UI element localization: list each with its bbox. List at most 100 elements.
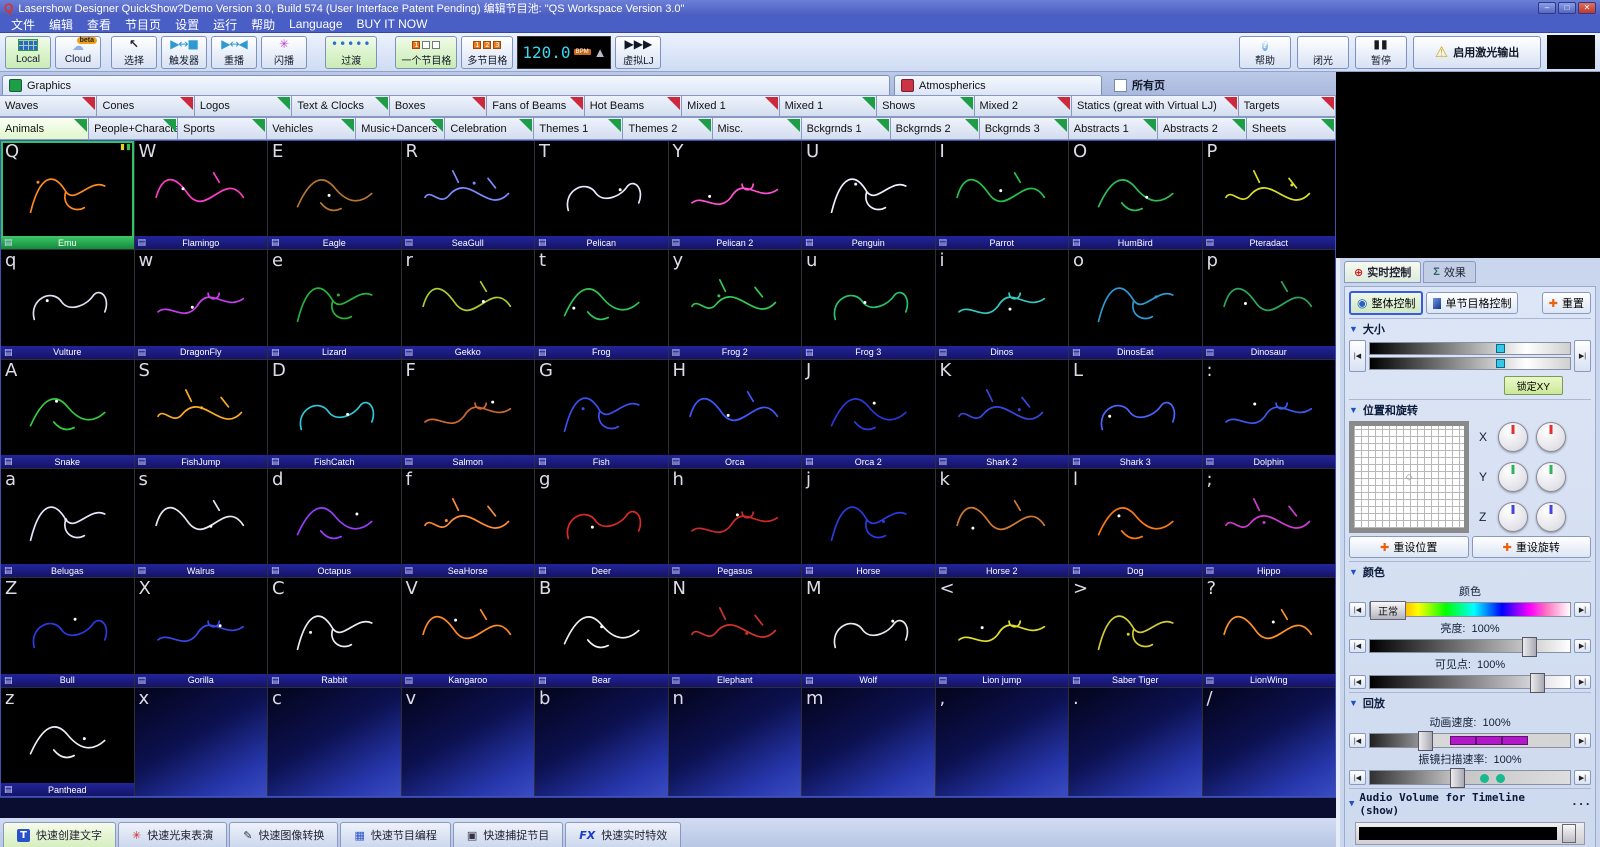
reset-rotation-button[interactable]: ✚ 重设旋转	[1472, 536, 1592, 558]
anim-speed-handle[interactable]	[1418, 731, 1433, 751]
cue-cell[interactable]: :▤Dolphin	[1203, 360, 1336, 468]
bottom-tab-beams[interactable]: ✳快速光束表演	[118, 822, 227, 847]
menu-item[interactable]: BUY IT NOW	[350, 17, 435, 31]
category-tab[interactable]: Shows	[876, 95, 974, 117]
cue-cell[interactable]: y▤Frog 2	[669, 250, 802, 358]
cue-cell[interactable]: /	[1203, 688, 1336, 796]
scan-step-left-button[interactable]: |◀	[1349, 770, 1366, 785]
category-tab[interactable]: Bckgrnds 2	[890, 117, 980, 140]
scan-rate-slider[interactable]	[1369, 770, 1571, 785]
cue-cell[interactable]: E▤Eagle	[268, 141, 401, 249]
rotation-knob-y[interactable]	[1536, 462, 1566, 492]
cue-cell[interactable]: h▤Pegasus	[669, 469, 802, 577]
category-tab[interactable]: Hot Beams	[584, 95, 682, 117]
cue-cell[interactable]: T▤Pelican	[535, 141, 668, 249]
cue-cell[interactable]: F▤Salmon	[402, 360, 535, 468]
page-tab-graphics[interactable]: Graphics	[2, 75, 890, 95]
color-step-left-button[interactable]: |◀	[1349, 602, 1366, 617]
cue-cell[interactable]: k▤Horse 2	[936, 469, 1069, 577]
cue-cell[interactable]: d▤Octapus	[268, 469, 401, 577]
cue-cell[interactable]: O▤HumBird	[1069, 141, 1202, 249]
cue-cell[interactable]: s▤Walrus	[135, 469, 268, 577]
cue-cell[interactable]: r▤Gekko	[402, 250, 535, 358]
menu-item[interactable]: 帮助	[244, 16, 282, 33]
color-normal-handle[interactable]: 正常	[1370, 601, 1406, 620]
cue-cell[interactable]: e▤Lizard	[268, 250, 401, 358]
scan-rate-handle[interactable]	[1450, 768, 1465, 788]
flash-mode-button[interactable]: ✳ 闪播	[261, 36, 307, 69]
category-tab[interactable]: Abstracts 2	[1157, 117, 1247, 140]
single-cue-control-button[interactable]: 单节目格控制	[1426, 292, 1518, 314]
enable-laser-output-button[interactable]: ⚠ 启用激光输出	[1413, 36, 1541, 69]
cue-cell[interactable]: J▤Orca 2	[802, 360, 935, 468]
cue-cell[interactable]: c	[268, 688, 401, 796]
cue-cell[interactable]: I▤Parrot	[936, 141, 1069, 249]
close-button[interactable]: ✕	[1578, 2, 1596, 14]
cue-cell[interactable]: R▤SeaGull	[402, 141, 535, 249]
size-y-slider[interactable]	[1369, 357, 1571, 370]
category-tab[interactable]: Abstracts 1	[1068, 117, 1158, 140]
position-section-header[interactable]: ▼ 位置和旋转	[1349, 399, 1591, 418]
pause-button[interactable]: ▮▮ 暂停	[1355, 36, 1407, 69]
cue-cell[interactable]: H▤Orca	[669, 360, 802, 468]
category-tab[interactable]: Bckgrnds 3	[979, 117, 1069, 140]
position-knob-z[interactable]	[1498, 502, 1528, 532]
cue-cell[interactable]: j▤Horse	[802, 469, 935, 577]
tab-effects[interactable]: Σ 效果	[1423, 261, 1476, 283]
reset-position-button[interactable]: ✚ 重设位置	[1349, 536, 1469, 558]
category-tab[interactable]: Targets	[1238, 95, 1336, 117]
virtual-lj-button[interactable]: ▶▶▶ 虚拟LJ	[615, 36, 661, 69]
blackout-button[interactable]: 闭光	[1297, 36, 1349, 69]
minimize-button[interactable]: –	[1538, 2, 1556, 14]
cue-cell[interactable]: K▤Shark 2	[936, 360, 1069, 468]
audio-section-header[interactable]: ▼ Audio Volume for Timeline (show) ···	[1349, 788, 1591, 817]
brightness-handle[interactable]	[1522, 637, 1537, 657]
category-tab[interactable]: Animals	[0, 117, 89, 140]
cue-cell[interactable]: L▤Shark 3	[1069, 360, 1202, 468]
category-tab[interactable]: Themes 2	[622, 117, 712, 140]
color-step-right-button[interactable]: ▶|	[1574, 602, 1591, 617]
category-tab[interactable]: Mixed 1	[779, 95, 877, 117]
cue-cell[interactable]: l▤Dog	[1069, 469, 1202, 577]
bottom-tab-fx[interactable]: FX快速实时特效	[565, 822, 681, 847]
menu-item[interactable]: 编辑	[42, 16, 80, 33]
cue-cell[interactable]: p▤Dinosaur	[1203, 250, 1336, 358]
position-knob-x[interactable]	[1498, 422, 1528, 452]
cue-cell[interactable]: v	[402, 688, 535, 796]
cue-cell[interactable]: D▤FishCatch	[268, 360, 401, 468]
cue-cell[interactable]: S▤FishJump	[135, 360, 268, 468]
replay-mode-button[interactable]: ▶↔◀ 重播	[211, 36, 257, 69]
cue-cell[interactable]: <▤Lion jump	[936, 578, 1069, 686]
category-tab[interactable]: Boxes	[389, 95, 487, 117]
cue-cell[interactable]: P▤Pteradact	[1203, 141, 1336, 249]
cue-cell[interactable]: t▤Frog	[535, 250, 668, 358]
cue-cell[interactable]: U▤Penguin	[802, 141, 935, 249]
cue-cell[interactable]: M▤Wolf	[802, 578, 935, 686]
cue-cell[interactable]: b	[535, 688, 668, 796]
scan-step-right-button[interactable]: ▶|	[1574, 770, 1591, 785]
anim-speed-slider[interactable]	[1369, 733, 1571, 748]
cue-cell[interactable]: m	[802, 688, 935, 796]
position-knob-y[interactable]	[1498, 462, 1528, 492]
cue-cell[interactable]: q▤Vulture	[1, 250, 134, 358]
size-section-header[interactable]: ▼ 大小	[1349, 318, 1591, 337]
cue-cell[interactable]: ;▤Hippo	[1203, 469, 1336, 577]
local-button[interactable]: Local	[5, 36, 51, 69]
category-tab[interactable]: Waves	[0, 95, 97, 117]
category-tab[interactable]: Misc.	[712, 117, 802, 140]
bottom-tab-text[interactable]: T快速创建文字	[3, 822, 116, 847]
cue-cell[interactable]: f▤SeaHorse	[402, 469, 535, 577]
brightness-slider[interactable]	[1369, 639, 1571, 653]
cue-cell[interactable]: .	[1069, 688, 1202, 796]
size-x-slider[interactable]	[1369, 342, 1571, 355]
all-pages-checkbox[interactable]	[1114, 79, 1127, 92]
maximize-button[interactable]: □	[1558, 2, 1576, 14]
menu-item[interactable]: 设置	[168, 16, 206, 33]
cue-cell[interactable]: ?▤LionWing	[1203, 578, 1336, 686]
menu-item[interactable]: 运行	[206, 16, 244, 33]
color-slider[interactable]: 正常	[1369, 602, 1571, 617]
cue-cell[interactable]: V▤Kangaroo	[402, 578, 535, 686]
size-x-handle[interactable]	[1496, 344, 1505, 353]
page-tab-atmospherics[interactable]: Atmospherics	[894, 75, 1102, 95]
menu-item[interactable]: 文件	[4, 16, 42, 33]
